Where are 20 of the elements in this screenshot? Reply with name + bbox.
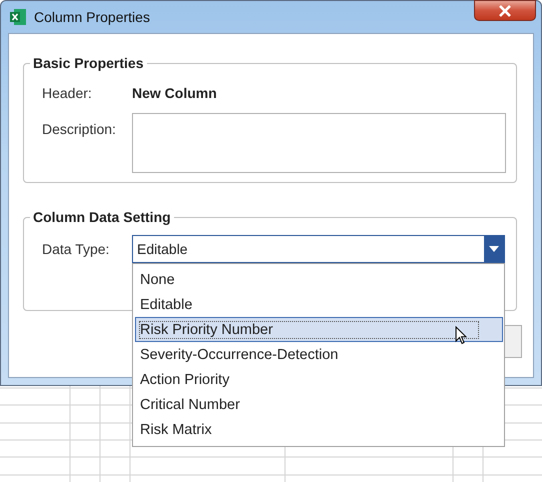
dropdown-option[interactable]: Risk Matrix (135, 417, 503, 442)
dropdown-option[interactable]: Critical Number (135, 392, 503, 417)
close-icon[interactable] (497, 4, 513, 16)
data-type-dropdown[interactable]: Editable (132, 235, 505, 263)
dropdown-option[interactable]: Editable (135, 292, 503, 317)
data-type-label: Data Type: (42, 241, 110, 257)
header-label: Header: (42, 85, 93, 101)
header-value: New Column (132, 85, 217, 101)
dropdown-option[interactable]: None (135, 267, 503, 292)
description-field[interactable] (132, 113, 506, 173)
spreadsheet-icon (9, 8, 27, 26)
group-title: Column Data Setting (32, 209, 172, 225)
close-button[interactable] (474, 0, 536, 21)
group-title: Basic Properties (32, 55, 144, 71)
window-title: Column Properties (34, 9, 150, 25)
dropdown-option[interactable]: Risk Priority Number (135, 317, 503, 342)
description-label: Description: (42, 121, 117, 137)
mouse-cursor-icon (455, 326, 467, 345)
dropdown-option[interactable]: Action Priority (135, 367, 503, 392)
dropdown-option[interactable]: Severity-Occurrence-Detection (135, 342, 503, 367)
